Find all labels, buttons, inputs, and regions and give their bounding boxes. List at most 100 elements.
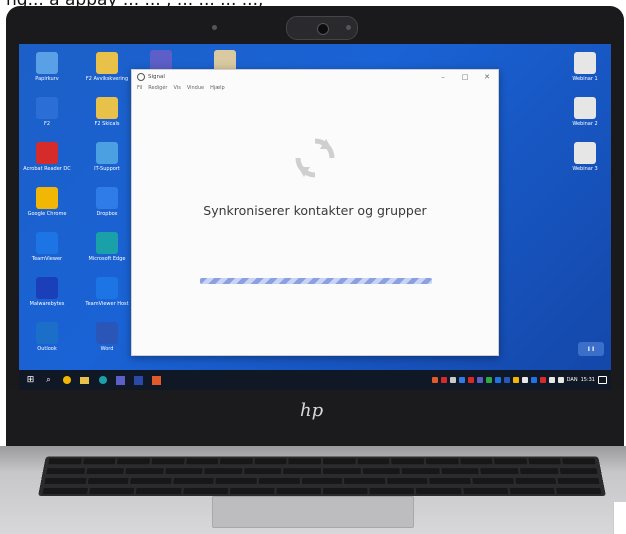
chrome-icon (36, 187, 58, 209)
desktop-icon[interactable]: Webinar 3 (559, 142, 611, 172)
desktop-icon-label: Papirkurv (35, 76, 59, 82)
menu-view[interactable]: Vis (174, 85, 181, 91)
desktop-icon-label: F2 (43, 121, 51, 127)
tray-icon[interactable] (521, 377, 528, 383)
app-taskbar-icon[interactable] (150, 374, 163, 387)
desktop-icon[interactable]: Acrobat Reader DC (21, 142, 73, 172)
tray-icon[interactable] (440, 377, 447, 383)
minimize-button[interactable]: – (432, 73, 454, 81)
tray-icon[interactable] (539, 377, 546, 383)
desktop-icon-label: IT-Support (94, 166, 120, 172)
notification-icon[interactable] (598, 376, 607, 384)
sync-progress-bar (200, 278, 432, 284)
sensor-dot (212, 25, 217, 30)
tray-icon[interactable] (431, 377, 438, 383)
desktop-icon-label: F2 Skicals (94, 121, 120, 127)
desktop-icon[interactable]: F2 Avvikskvering (81, 52, 133, 82)
dropbox-icon (96, 187, 118, 209)
sensor-dot (346, 25, 351, 30)
taskbar: ⊞ ⌕ DAN 15:31 (19, 370, 611, 390)
sync-status-text: Synkroniserer kontakter og grupper (203, 203, 427, 218)
desktop-icon[interactable]: Outlook (21, 322, 73, 352)
desktop-icon-label: Webinar 1 (572, 76, 598, 82)
edge-icon (96, 232, 118, 254)
desktop-icon[interactable]: Google Chrome (21, 187, 73, 217)
touchpad (212, 496, 414, 528)
window-titlebar[interactable]: Signal – □ ✕ (132, 70, 498, 83)
tray-icon[interactable] (476, 377, 483, 383)
maximize-button[interactable]: □ (454, 73, 476, 81)
desktop-icon[interactable]: Word (81, 322, 133, 352)
desktop-icon-label: Microsoft Edge (88, 256, 126, 262)
teams-taskbar-icon[interactable] (114, 374, 127, 387)
menu-window[interactable]: Vindue (187, 85, 204, 91)
app-taskbar-icon[interactable] (132, 374, 145, 387)
file-icon (574, 97, 596, 119)
edge-taskbar-icon[interactable] (96, 374, 109, 387)
sync-icon (295, 138, 335, 178)
desktop-icon[interactable]: TeamViewer (21, 232, 73, 262)
menu-help[interactable]: Hjælp (210, 85, 225, 91)
desktop-icon-label: Webinar 3 (572, 166, 598, 172)
page-edge (613, 502, 626, 534)
desktop-icon-label: Dropbox (96, 211, 118, 217)
tray-icon[interactable] (467, 377, 474, 383)
hp-logo: hp (300, 400, 324, 421)
desktop-icon-label: Acrobat Reader DC (23, 166, 71, 172)
teamviewer-icon (36, 232, 58, 254)
signal-window[interactable]: Signal – □ ✕ Fil Redigér Vis Vindue Hjæl… (131, 69, 499, 356)
tray-icon[interactable] (485, 377, 492, 383)
desktop-icon-label: Malwarebytes (29, 301, 65, 307)
folder-icon (96, 97, 118, 119)
desktop-icon[interactable]: Webinar 1 (559, 52, 611, 82)
tray-icon[interactable] (458, 377, 465, 383)
start-button[interactable]: ⊞ (24, 374, 37, 387)
outlook-icon (36, 322, 58, 344)
window-menubar: Fil Redigér Vis Vindue Hjælp (132, 83, 498, 92)
window-title: Signal (148, 73, 165, 80)
desktop-icon-label: F2 Avvikskvering (85, 76, 129, 82)
tray-icon[interactable] (503, 377, 510, 383)
desktop-icon[interactable]: Papirkurv (21, 52, 73, 82)
desktop-icon[interactable]: TeamViewer Host (81, 277, 133, 307)
clock[interactable]: 15:31 (581, 377, 595, 383)
tray-overlay-button[interactable]: I I (565, 342, 611, 356)
folder-icon (96, 52, 118, 74)
system-tray: DAN 15:31 (431, 370, 607, 390)
support-icon (96, 142, 118, 164)
tray-icon[interactable] (512, 377, 519, 383)
teamviewer-icon (96, 277, 118, 299)
menu-edit[interactable]: Redigér (148, 85, 167, 91)
webcam-icon (317, 23, 329, 35)
desktop-icon[interactable]: Webinar 2 (559, 97, 611, 127)
network-icon[interactable] (548, 377, 555, 383)
word-icon (96, 322, 118, 344)
tray-icon[interactable] (530, 377, 537, 383)
acrobat-icon (36, 142, 58, 164)
desktop-icon-label: Webinar 2 (572, 121, 598, 127)
tray-icon[interactable] (494, 377, 501, 383)
chrome-taskbar-icon[interactable] (60, 374, 73, 387)
desktop-icon-label: Google Chrome (27, 211, 67, 217)
file-explorer-icon[interactable] (78, 374, 91, 387)
desktop-icon[interactable]: Microsoft Edge (81, 232, 133, 262)
language-indicator[interactable]: DAN (567, 377, 578, 383)
recycle-bin-icon (36, 52, 58, 74)
desktop-icon[interactable]: IT-Support (81, 142, 133, 172)
desktop-icon[interactable]: F2 (21, 97, 73, 127)
menu-file[interactable]: Fil (137, 85, 142, 91)
desktop-icon[interactable]: Dropbox (81, 187, 133, 217)
desktop-icon[interactable]: Malwarebytes (21, 277, 73, 307)
tray-icon[interactable] (449, 377, 456, 383)
desktop-icon-label: Word (100, 346, 114, 352)
close-button[interactable]: ✕ (476, 73, 498, 81)
desktop-icon-label: Outlook (37, 346, 57, 352)
malwarebytes-icon (36, 277, 58, 299)
search-icon[interactable]: ⌕ (42, 374, 55, 387)
desktop-icon[interactable]: F2 Skicals (81, 97, 133, 127)
volume-icon[interactable] (557, 377, 564, 383)
window-app-icon (137, 72, 145, 81)
f2-icon (36, 97, 58, 119)
desktop-icon-label: TeamViewer Host (85, 301, 129, 307)
keyboard (38, 456, 606, 497)
